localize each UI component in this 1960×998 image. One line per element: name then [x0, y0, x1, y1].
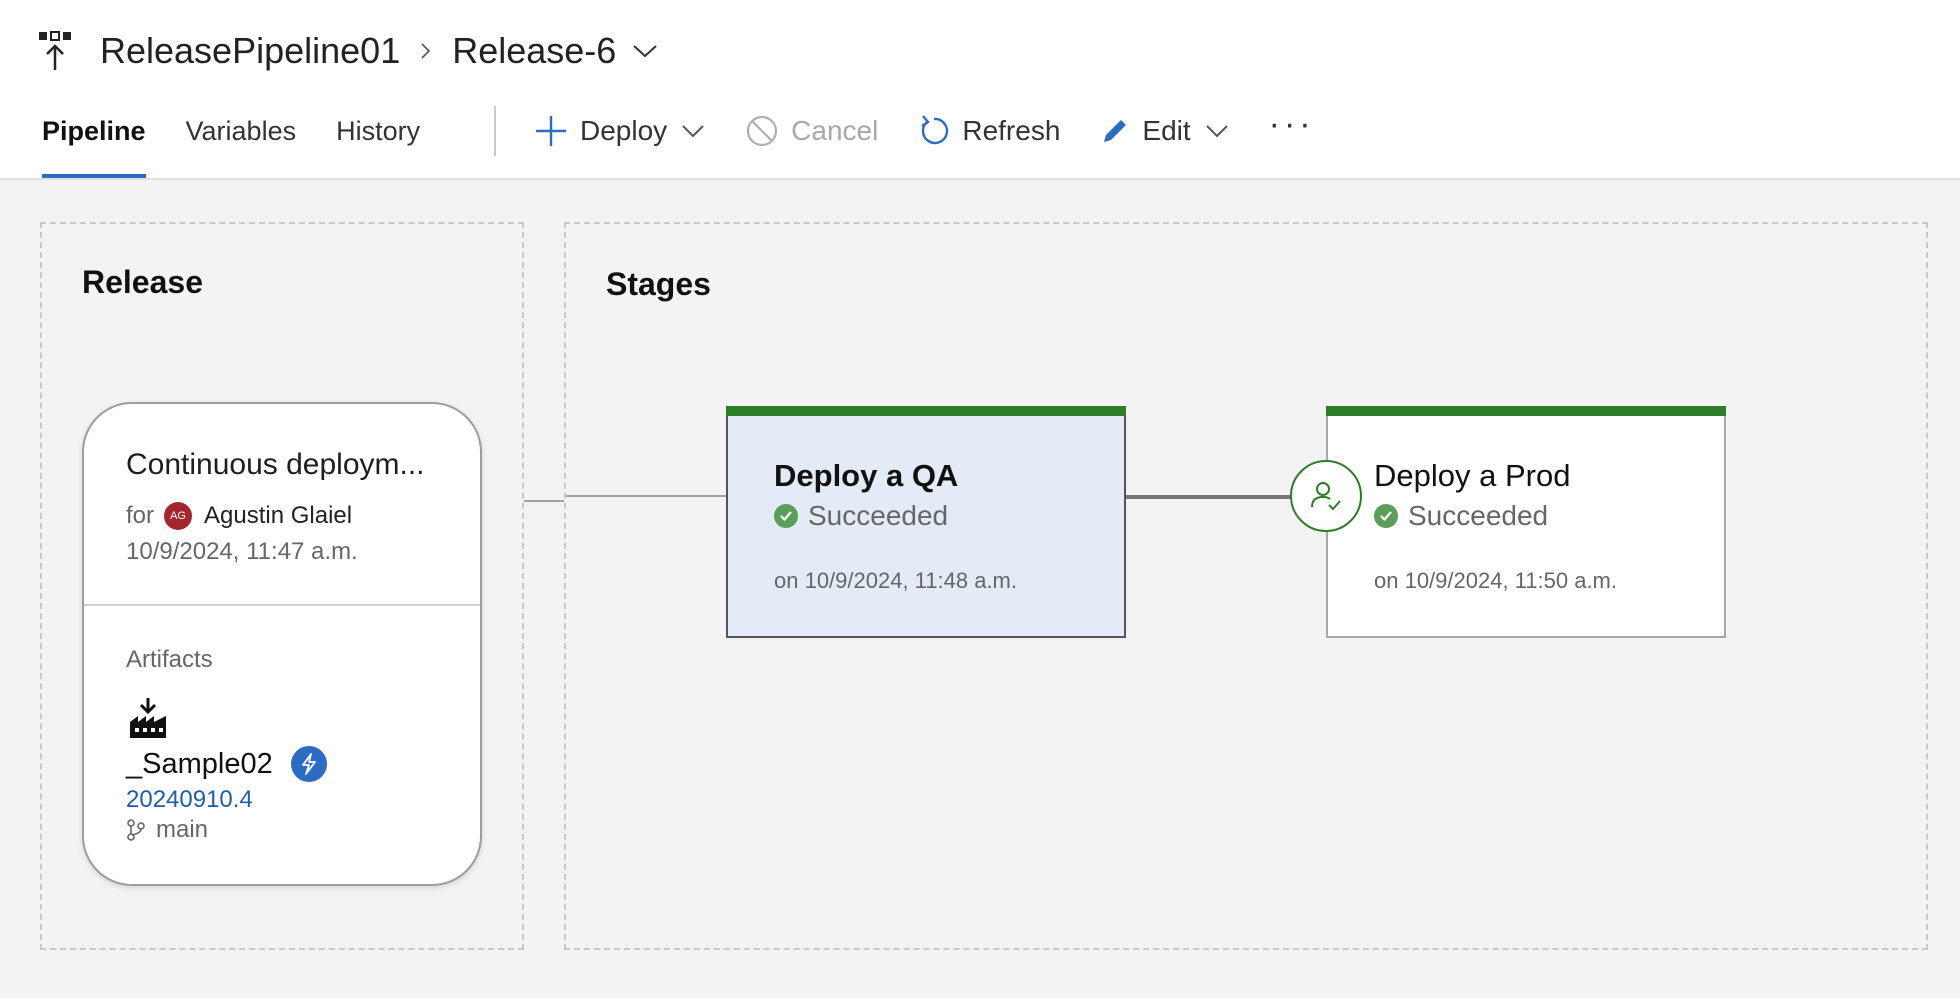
artifact-version-link[interactable]: 20240910.4 [126, 786, 253, 814]
user-name: Agustin Glaiel [204, 502, 353, 529]
refresh-button[interactable]: Refresh [918, 114, 1060, 148]
tab-pipeline[interactable]: Pipeline [42, 104, 146, 178]
edit-label: Edit [1142, 115, 1191, 146]
stage-status-label: Succeeded [1408, 500, 1549, 531]
tab-history[interactable]: History [336, 104, 420, 176]
release-section-title: Release [82, 264, 203, 300]
artifact-branch: main [126, 816, 208, 844]
page-header: ReleasePipeline01 Release-6 Pipeline Var… [0, 0, 1960, 180]
avatar: AG [164, 502, 193, 530]
build-artifact-icon [128, 698, 168, 740]
artifact-name-label: _Sample02 [126, 747, 273, 780]
stage-card-qa[interactable]: Deploy a QA Succeeded on 10/9/2024, 11:4… [726, 406, 1126, 638]
lightning-icon [290, 746, 327, 782]
breadcrumb-pipeline[interactable]: ReleasePipeline01 [100, 30, 400, 72]
pencil-icon [1104, 120, 1127, 142]
stage-status-label: Succeeded [808, 500, 949, 531]
cancel-button[interactable]: Cancel [745, 114, 878, 148]
chevron-down-icon [682, 125, 704, 138]
release-card[interactable]: Continuous deploym... for AG Agustin Gla… [82, 402, 482, 886]
more-actions-button[interactable]: ··· [1269, 105, 1315, 144]
cancel-label: Cancel [791, 115, 879, 146]
tab-bar: Pipeline Variables History [42, 104, 460, 178]
release-date: 10/9/2024, 11:47 a.m. [126, 538, 358, 565]
release-connector [524, 500, 564, 502]
stage-status: Succeeded [774, 500, 948, 532]
deploy-button[interactable]: Deploy [534, 114, 705, 148]
release-trigger-title: Continuous deploym... [126, 448, 425, 481]
card-divider [84, 604, 480, 606]
success-check-icon [1374, 504, 1398, 528]
deploy-label: Deploy [580, 115, 668, 146]
stage-status: Succeeded [1374, 500, 1548, 532]
stage-entry-connector [566, 495, 726, 497]
refresh-icon [921, 115, 949, 145]
artifact-name: _Sample02 [126, 746, 327, 782]
chevron-down-icon [1205, 125, 1228, 138]
refresh-label: Refresh [962, 115, 1061, 146]
release-pipeline-icon [38, 30, 78, 72]
stage-name: Deploy a Prod [1374, 458, 1571, 493]
breadcrumb-release[interactable]: Release-6 [452, 30, 616, 72]
stages-section-title: Stages [606, 266, 711, 302]
stage-connector [1126, 495, 1292, 499]
stage-date: on 10/9/2024, 11:50 a.m. [1374, 568, 1617, 593]
cancel-icon [747, 115, 778, 147]
plus-icon [536, 116, 566, 146]
toolbar: Deploy Cancel Refresh Edit ··· [534, 105, 1315, 154]
stage-date: on 10/9/2024, 11:48 a.m. [774, 568, 1017, 593]
artifacts-label: Artifacts [126, 646, 213, 673]
success-check-icon [774, 504, 798, 528]
pre-deployment-approval-button[interactable] [1290, 460, 1362, 532]
toolbar-divider [494, 106, 496, 156]
for-label: for [126, 502, 155, 529]
chevron-down-icon[interactable] [632, 43, 658, 59]
branch-name: main [156, 816, 209, 843]
branch-icon [127, 819, 145, 841]
stage-name: Deploy a QA [774, 458, 959, 493]
edit-button[interactable]: Edit [1100, 115, 1228, 147]
chevron-right-icon [418, 43, 434, 59]
tab-variables[interactable]: Variables [186, 104, 297, 176]
user-approval-icon [1311, 482, 1341, 511]
stage-card-prod[interactable]: Deploy a Prod Succeeded on 10/9/2024, 11… [1326, 406, 1726, 638]
release-requested-for: for AG Agustin Glaiel [126, 502, 352, 530]
breadcrumb: ReleasePipeline01 Release-6 [38, 26, 658, 76]
